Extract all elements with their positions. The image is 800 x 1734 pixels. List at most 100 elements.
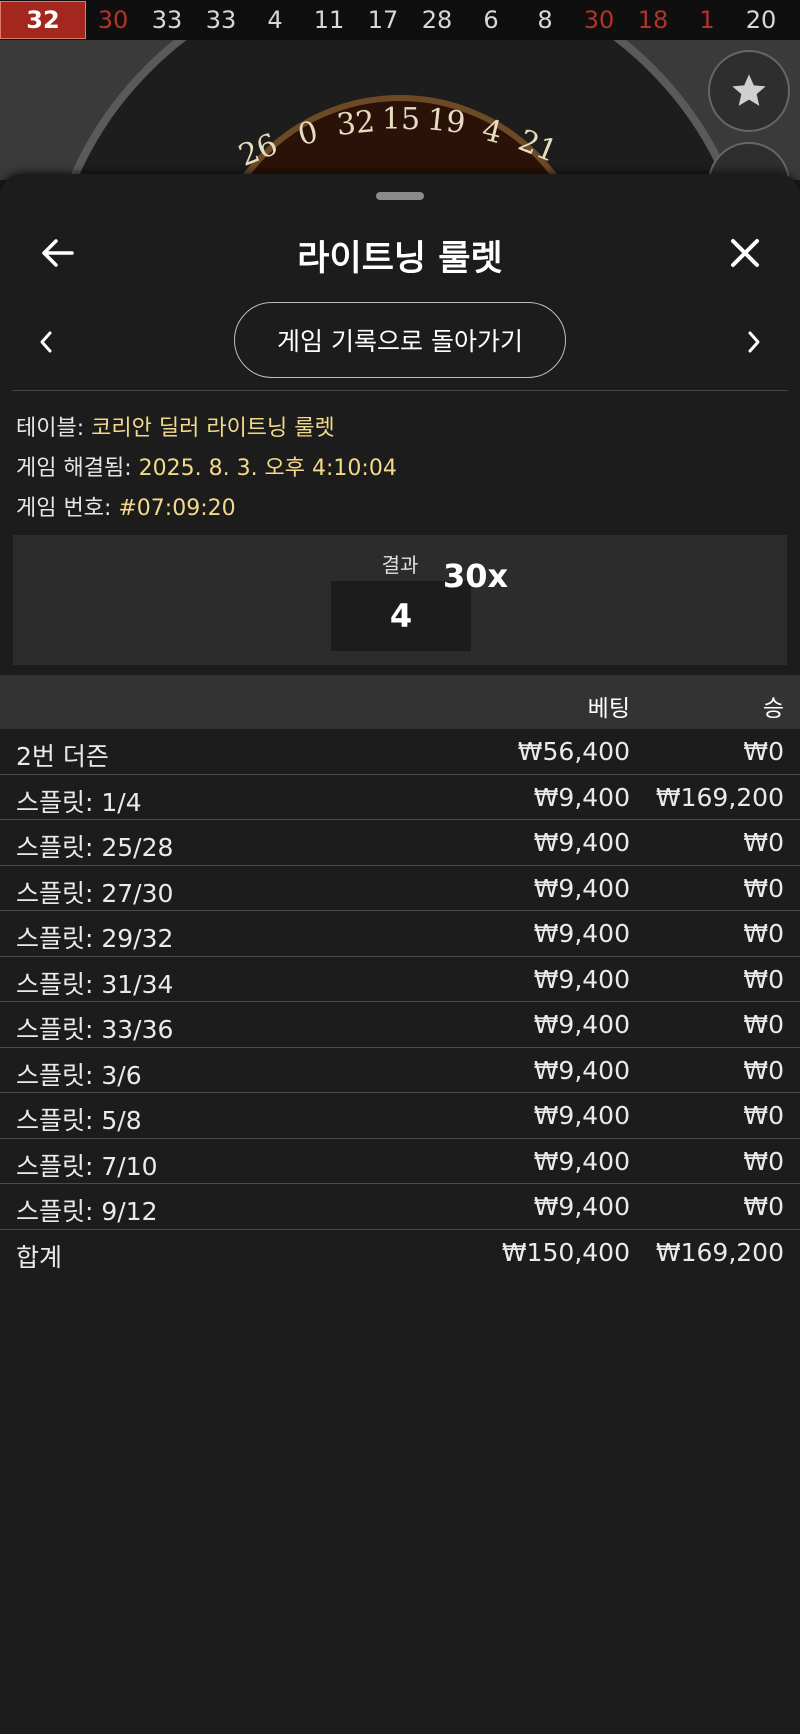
table-row: 스플릿: 31/34 ₩9,400 ₩0 (0, 957, 800, 1002)
total-row: 합계 ₩150,400 ₩169,200 (0, 1230, 800, 1276)
table-row: 스플릿: 1/4 ₩9,400 ₩169,200 (0, 775, 800, 820)
history-number: 30 (97, 6, 129, 34)
win-amount: ₩0 (743, 828, 784, 857)
bet-name: 스플릿: 9/12 (16, 1197, 158, 1226)
bet-name: 스플릿: 7/10 (16, 1151, 158, 1181)
history-number: 28 (421, 6, 453, 34)
bet-table: 베팅 승 2번 더즌 ₩56,400 ₩0 스플릿: 1/4 ₩9,400 ₩1… (0, 675, 800, 1275)
bet-name: 스플릿: 31/34 (16, 969, 174, 999)
bet-name: 스플릿: 5/8 (16, 1106, 142, 1135)
wheel-number: 19 (425, 102, 468, 141)
win-amount: ₩169,200 (655, 782, 784, 812)
table-row: 스플릿: 25/28 ₩9,400 ₩0 (0, 820, 800, 866)
game-number-label: 게임 번호: (16, 496, 112, 521)
win-amount: ₩0 (743, 964, 784, 994)
table-row: 스플릿: 7/10 ₩9,400 ₩0 (0, 1139, 800, 1184)
wheel-number: 32 (334, 104, 377, 143)
chevron-right-icon (748, 331, 760, 353)
table-row: 2번 더즌 ₩56,400 ₩0 (0, 729, 800, 775)
bet-name: 2번 더즌 (16, 742, 109, 771)
table-info: 테이블: 코리안 딜러 라이트닝 룰렛 (16, 410, 335, 442)
roulette-wheel-view: 26 0 32 15 19 4 21 (0, 40, 800, 180)
resolved-label: 게임 해결됨: (16, 456, 132, 481)
wheel-number: 21 (513, 123, 562, 170)
bet-amount: ₩9,400 (533, 919, 630, 948)
bet-name: 스플릿: 29/32 (16, 924, 174, 953)
column-header-bet: 베팅 (587, 696, 630, 722)
bet-name: 스플릿: 3/6 (16, 1060, 142, 1090)
game-number-value: #07:09:20 (118, 496, 236, 521)
back-button[interactable] (32, 228, 82, 278)
bet-table-header: 베팅 승 (0, 675, 800, 729)
bet-name: 스플릿: 27/30 (16, 878, 174, 908)
history-number: 30 (583, 6, 615, 34)
divider (12, 390, 788, 391)
history-number: 18 (637, 6, 669, 34)
close-icon (731, 239, 759, 267)
history-number: 33 (151, 6, 183, 34)
bet-amount: ₩9,400 (533, 1055, 630, 1085)
win-amount: ₩0 (743, 737, 784, 766)
game-navigation: 게임 기록으로 돌아가기 (0, 302, 800, 382)
wheel-number: 26 (234, 127, 283, 174)
history-number: 20 (745, 6, 777, 34)
lightning-multiplier: 30x (443, 557, 509, 595)
bet-name: 스플릿: 25/28 (16, 833, 174, 862)
win-amount: ₩0 (743, 919, 784, 948)
history-number: 33 (205, 6, 237, 34)
chevron-left-icon (40, 331, 52, 353)
result-history-strip: 32 30 33 33 4 11 17 28 6 8 30 18 1 20 (0, 0, 800, 41)
win-amount: ₩0 (743, 1192, 784, 1221)
total-bet: ₩150,400 (501, 1237, 630, 1267)
bet-amount: ₩9,400 (533, 1192, 630, 1221)
sheet-header: 라이트닝 룰렛 (0, 214, 800, 294)
result-panel: 결과 4 30x (13, 535, 787, 665)
close-button[interactable] (720, 228, 770, 278)
back-to-history-button[interactable]: 게임 기록으로 돌아가기 (234, 302, 566, 378)
history-number: 11 (313, 6, 345, 34)
game-detail-sheet: 라이트닝 룰렛 게임 기록으로 돌아가기 테이블: 코리안 딜러 라이트닝 룰렛… (0, 174, 800, 1734)
total-win: ₩169,200 (655, 1237, 784, 1267)
table-row: 스플릿: 5/8 ₩9,400 ₩0 (0, 1093, 800, 1139)
bet-amount: ₩56,400 (517, 737, 630, 766)
bet-name: 스플릿: 33/36 (16, 1015, 174, 1044)
bet-amount: ₩9,400 (533, 964, 630, 994)
history-number: 32 (0, 1, 86, 39)
next-game-button[interactable] (734, 322, 774, 362)
favorite-button[interactable] (708, 50, 790, 132)
table-row: 스플릿: 3/6 ₩9,400 ₩0 (0, 1048, 800, 1093)
history-number: 6 (483, 6, 499, 34)
sheet-grabber[interactable] (376, 192, 424, 200)
win-amount: ₩0 (743, 873, 784, 903)
bet-name: 스플릿: 1/4 (16, 787, 142, 817)
table-info-label: 테이블: (16, 416, 85, 441)
total-label: 합계 (16, 1242, 63, 1272)
bet-amount: ₩9,400 (533, 1146, 630, 1176)
page-title: 라이트닝 룰렛 (297, 239, 503, 279)
win-amount: ₩0 (743, 1010, 784, 1039)
bet-amount: ₩9,400 (533, 873, 630, 903)
result-label: 결과 (381, 553, 419, 577)
table-row: 스플릿: 9/12 ₩9,400 ₩0 (0, 1184, 800, 1230)
previous-game-button[interactable] (26, 322, 66, 362)
table-row: 스플릿: 29/32 ₩9,400 ₩0 (0, 911, 800, 957)
bet-amount: ₩9,400 (533, 1010, 630, 1039)
wheel-numbers: 26 0 32 15 19 4 21 (225, 102, 585, 180)
wheel-number: 0 (294, 114, 322, 154)
bet-amount: ₩9,400 (533, 782, 630, 812)
history-number: 4 (267, 6, 283, 34)
table-row: 스플릿: 33/36 ₩9,400 ₩0 (0, 1002, 800, 1048)
resolved-info: 게임 해결됨: 2025. 8. 3. 오후 4:10:04 (16, 450, 397, 482)
history-number: 17 (367, 6, 399, 34)
table-info-value: 코리안 딜러 라이트닝 룰렛 (91, 416, 335, 441)
history-number: 1 (699, 6, 715, 34)
wheel-number: 4 (478, 112, 506, 152)
bet-amount: ₩9,400 (533, 828, 630, 857)
arrow-left-icon (42, 239, 74, 267)
column-header-win: 승 (762, 696, 784, 722)
star-icon (732, 74, 766, 106)
win-amount: ₩0 (743, 1055, 784, 1085)
win-amount: ₩0 (743, 1146, 784, 1176)
bet-amount: ₩9,400 (533, 1101, 630, 1130)
wheel-number: 15 (381, 102, 421, 137)
